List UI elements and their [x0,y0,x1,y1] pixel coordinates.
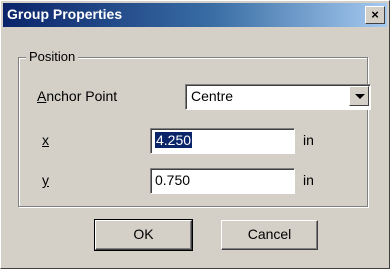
x-value: 4.250 [155,132,193,148]
close-icon: × [371,7,379,22]
y-value: 0.750 [155,172,191,188]
close-button[interactable]: × [365,6,385,24]
ok-button[interactable]: OK [94,219,193,251]
anchor-point-label-rest: nchor Point [46,88,118,104]
y-label: y [42,172,49,188]
title-bar[interactable]: Group Properties × [3,3,387,27]
y-input[interactable]: 0.750 [150,168,295,194]
anchor-point-mnemonic: A [37,88,47,104]
anchor-point-select[interactable]: Centre [185,84,371,110]
x-unit-label: in [303,132,314,148]
anchor-point-value: Centre [191,88,234,104]
y-unit-label: in [303,172,314,188]
dialog-title: Group Properties [7,6,123,22]
cancel-button[interactable]: Cancel [221,220,318,250]
x-input[interactable]: 4.250 [150,128,295,154]
position-group-label: Position [26,49,79,64]
anchor-point-label: Anchor Point [37,88,117,104]
chevron-down-icon[interactable] [349,86,369,106]
x-label: x [42,132,49,148]
